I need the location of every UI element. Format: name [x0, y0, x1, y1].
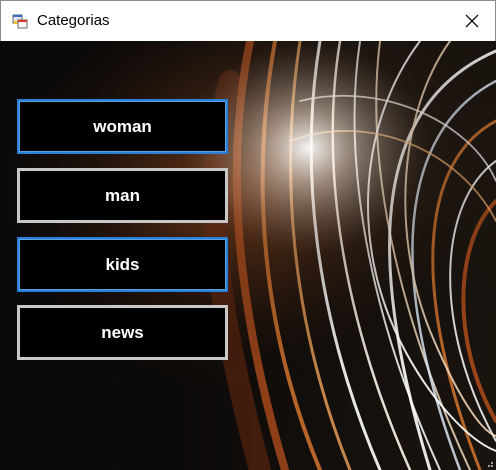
close-icon	[465, 14, 479, 28]
app-window-icon	[12, 14, 28, 29]
category-button-kids[interactable]: kids	[17, 237, 228, 292]
form-client-area: woman man kids news	[0, 41, 496, 470]
category-button-news[interactable]: news	[17, 305, 228, 360]
category-button-man[interactable]: man	[17, 168, 228, 223]
close-button[interactable]	[449, 1, 495, 41]
categorias-window: Categorias woman man kids news	[0, 0, 496, 470]
window-title: Categorias	[37, 12, 110, 29]
resize-grip-icon[interactable]	[484, 458, 494, 468]
title-bar[interactable]: Categorias	[0, 0, 496, 41]
category-button-woman[interactable]: woman	[17, 99, 228, 154]
